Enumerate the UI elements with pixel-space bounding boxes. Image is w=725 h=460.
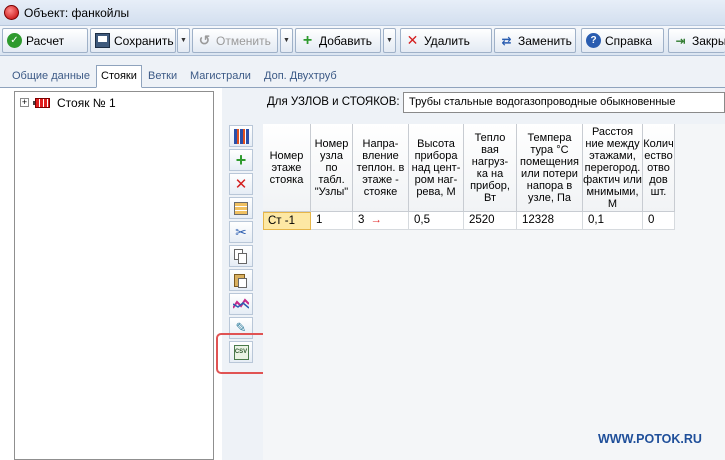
delete-label: Удалить xyxy=(424,33,470,48)
cut-icon: ✂ xyxy=(235,223,247,240)
calc-label: Расчет xyxy=(26,33,65,48)
delete-icon: ✕ xyxy=(234,176,248,193)
tab-branches[interactable]: Ветки xyxy=(144,68,181,86)
riser-icon xyxy=(33,98,50,108)
direction-value: 3 xyxy=(358,214,365,226)
help-icon: ? xyxy=(586,33,601,48)
riser-tree[interactable]: + Стояк № 1 xyxy=(14,91,214,460)
tab-extra-two-pipe[interactable]: Доп. Двухтруб xyxy=(260,68,341,86)
close-button[interactable]: ⇥ Закры xyxy=(668,28,725,53)
header-temperature[interactable]: Темпера тура °С помещения или потери нап… xyxy=(517,124,583,212)
columns-icon xyxy=(233,128,249,144)
undo-button[interactable]: ↺ Отменить xyxy=(192,28,278,53)
chevron-down-icon: ▼ xyxy=(283,37,290,44)
save-dropdown[interactable]: ▼ xyxy=(177,28,190,53)
cell-floor-number[interactable]: Ст -1 xyxy=(263,212,311,230)
chart-icon xyxy=(233,298,249,309)
watermark: WWW.POTOK.RU xyxy=(598,432,702,446)
cell-distance[interactable]: 0,1 xyxy=(583,212,643,230)
add-button[interactable]: + Добавить xyxy=(295,28,381,53)
tree-node-label[interactable]: Стояк № 1 xyxy=(57,96,116,110)
add-icon: + xyxy=(235,150,247,170)
add-icon: + xyxy=(302,31,313,49)
cell-direction[interactable]: 3 → xyxy=(353,212,409,230)
delete-row-button[interactable]: ✕ xyxy=(229,173,253,195)
save-icon xyxy=(95,33,110,48)
delete-icon: ✕ xyxy=(406,32,419,48)
add-dropdown[interactable]: ▼ xyxy=(383,28,396,53)
main-toolbar: ✓ Расчет Сохранить ▼ ↺ Отменить ▼ + Доба… xyxy=(0,26,725,56)
chevron-down-icon: ▼ xyxy=(180,37,187,44)
header-node-number[interactable]: Номер узла по табл. "Узлы" xyxy=(311,124,353,212)
app-icon xyxy=(4,5,19,20)
exit-icon: ⇥ xyxy=(675,33,686,48)
window-title: Объект: фанкойлы xyxy=(24,6,130,20)
cell-node-number[interactable]: 1 xyxy=(311,212,353,230)
cell-height[interactable]: 0,5 xyxy=(409,212,464,230)
cell-temperature[interactable]: 12328 xyxy=(517,212,583,230)
tab-risers[interactable]: Стояки xyxy=(96,65,142,88)
replace-button[interactable]: ⇄ Заменить xyxy=(494,28,576,53)
direction-arrow-icon: → xyxy=(370,214,382,226)
chart-button[interactable] xyxy=(229,293,253,315)
header-count[interactable]: Колич ество отво дов шт. xyxy=(643,124,675,212)
csv-highlight-frame xyxy=(216,333,268,374)
header-height[interactable]: Высота прибора над цент- ром наг- рева, … xyxy=(409,124,464,212)
help-label: Справка xyxy=(605,33,653,48)
paste-icon xyxy=(234,273,248,288)
header-floor-number[interactable]: Номер этаже стояка xyxy=(263,124,311,212)
delete-button[interactable]: ✕ Удалить xyxy=(400,28,492,53)
cut-button[interactable]: ✂ xyxy=(229,221,253,243)
riser-grid: Номер этаже стояка Номер узла по табл. "… xyxy=(263,124,725,460)
replace-icon: ⇄ xyxy=(501,33,512,48)
header-distance[interactable]: Расстоя ние между этажами, перегород. фа… xyxy=(583,124,643,212)
add-label: Добавить xyxy=(319,33,373,48)
tab-general[interactable]: Общие данные xyxy=(8,68,94,86)
expand-icon[interactable]: + xyxy=(20,98,29,107)
grid-icon xyxy=(234,201,248,215)
header-direction[interactable]: Напра- вление теплон. в этаже - стояке xyxy=(353,124,409,212)
undo-label: Отменить xyxy=(216,33,271,48)
pipe-type-field[interactable]: Трубы стальные водогазопроводные обыкнов… xyxy=(403,92,725,113)
nodes-risers-label: Для УЗЛОВ и СТОЯКОВ: xyxy=(267,96,400,108)
tab-mains[interactable]: Магистрали xyxy=(186,68,255,86)
tab-strip: Общие данные Стояки Ветки Магистрали Доп… xyxy=(0,56,725,88)
check-icon: ✓ xyxy=(7,33,22,48)
header-heat-load[interactable]: Тепло вая нагруз- ка на прибор, Вт xyxy=(464,124,517,212)
table-button[interactable] xyxy=(229,197,253,219)
cell-count[interactable]: 0 xyxy=(643,212,675,230)
add-row-button[interactable]: + xyxy=(229,149,253,171)
cell-heat-load[interactable]: 2520 xyxy=(464,212,517,230)
chevron-down-icon: ▼ xyxy=(386,37,393,44)
paste-button[interactable] xyxy=(229,269,253,291)
save-button[interactable]: Сохранить xyxy=(90,28,176,53)
columns-button[interactable] xyxy=(229,125,253,147)
help-button[interactable]: ? Справка xyxy=(581,28,664,53)
replace-label: Заменить xyxy=(518,33,572,48)
title-bar: Объект: фанкойлы xyxy=(0,0,725,26)
copy-icon xyxy=(234,248,248,264)
calc-button[interactable]: ✓ Расчет xyxy=(2,28,88,53)
save-label: Сохранить xyxy=(114,33,174,48)
undo-icon: ↺ xyxy=(198,32,211,48)
copy-button[interactable] xyxy=(229,245,253,267)
undo-dropdown[interactable]: ▼ xyxy=(280,28,293,53)
close-label: Закры xyxy=(692,33,725,48)
